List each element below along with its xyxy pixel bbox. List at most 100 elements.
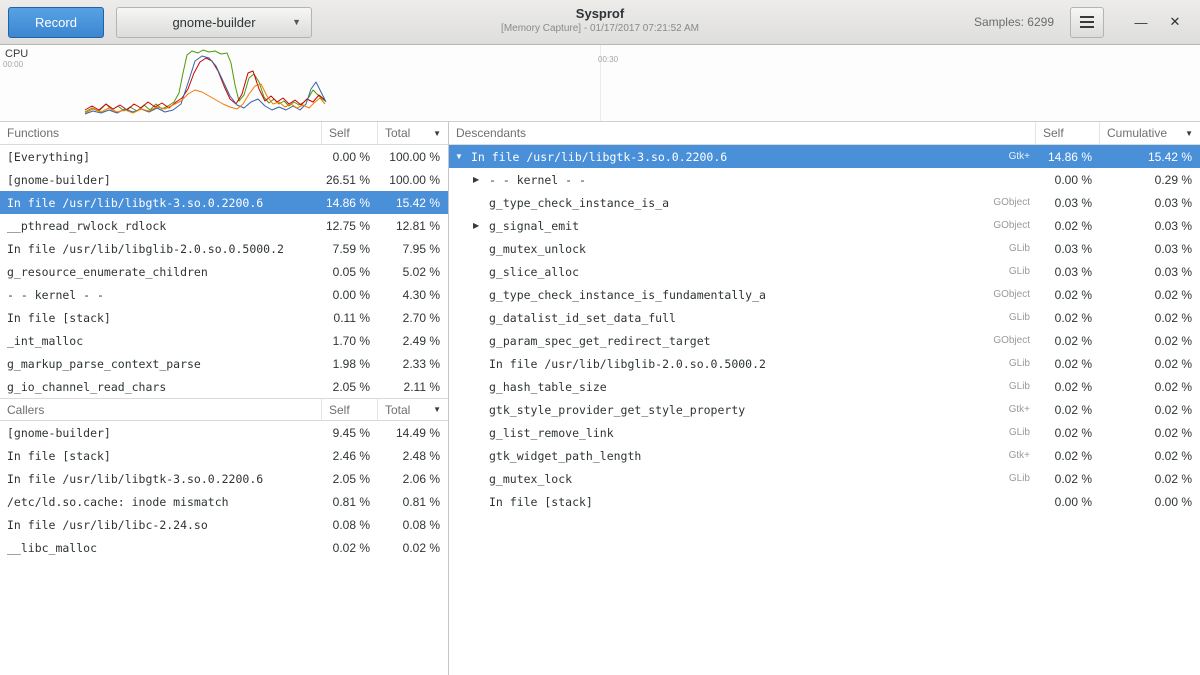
function-name: g_param_spec_get_redirect_target <box>489 334 711 348</box>
tree-cell: g_mutex_lock <box>449 472 966 486</box>
column-header-total[interactable]: Total ▼ <box>378 122 448 144</box>
table-row[interactable]: ▶g_signal_emitGObject0.02 %0.03 % <box>449 214 1200 237</box>
column-header-self[interactable]: Self <box>1036 122 1100 144</box>
library-tag: Gtk+ <box>966 404 1036 415</box>
total-percent: 12.81 % <box>378 219 448 233</box>
table-row[interactable]: g_hash_table_sizeGLib0.02 %0.02 % <box>449 375 1200 398</box>
sort-indicator-icon: ▼ <box>1185 129 1193 138</box>
table-row[interactable]: In file [stack]0.00 %0.00 % <box>449 490 1200 513</box>
table-row[interactable]: /etc/ld.so.cache: inode mismatch0.81 %0.… <box>0 490 448 513</box>
self-percent: 0.11 % <box>322 311 378 325</box>
table-row[interactable]: g_markup_parse_context_parse1.98 %2.33 % <box>0 352 448 375</box>
table-row[interactable]: ▶- - kernel - -0.00 %0.29 % <box>449 168 1200 191</box>
self-percent: 0.03 % <box>1036 265 1100 279</box>
self-percent: 9.45 % <box>322 426 378 440</box>
table-row[interactable]: In file [stack]0.11 %2.70 % <box>0 306 448 329</box>
table-row[interactable]: __libc_malloc0.02 %0.02 % <box>0 536 448 559</box>
total-percent: 14.49 % <box>378 426 448 440</box>
function-name: In file /usr/lib/libc-2.24.so <box>0 518 322 532</box>
self-percent: 0.02 % <box>1036 311 1100 325</box>
self-percent: 1.70 % <box>322 334 378 348</box>
function-name: In file /usr/lib/libglib-2.0.so.0.5000.2 <box>0 242 322 256</box>
library-tag: GLib <box>966 358 1036 369</box>
triangle-right-icon[interactable]: ▶ <box>473 175 489 184</box>
self-percent: 0.02 % <box>1036 219 1100 233</box>
cumulative-percent: 0.29 % <box>1100 173 1200 187</box>
record-button[interactable]: Record <box>8 7 104 38</box>
table-row[interactable]: In file /usr/lib/libgtk-3.so.0.2200.614.… <box>0 191 448 214</box>
tree-cell: In file /usr/lib/libglib-2.0.so.0.5000.2 <box>449 357 966 371</box>
hamburger-menu-button[interactable] <box>1070 7 1104 38</box>
column-header-descendants[interactable]: Descendants <box>449 122 1036 144</box>
table-row[interactable]: [Everything]0.00 %100.00 % <box>0 145 448 168</box>
table-row[interactable]: g_slice_allocGLib0.03 %0.03 % <box>449 260 1200 283</box>
table-row[interactable]: g_type_check_instance_is_fundamentally_a… <box>449 283 1200 306</box>
table-row[interactable]: g_param_spec_get_redirect_targetGObject0… <box>449 329 1200 352</box>
cpu-graph[interactable]: CPU 00:00 00:30 <box>0 45 1200 122</box>
content-area: Functions Self Total ▼ [Everything]0.00 … <box>0 122 1200 675</box>
table-row[interactable]: gtk_style_provider_get_style_property Gtk… <box>449 398 1200 421</box>
sort-indicator-icon: ▼ <box>433 405 441 414</box>
function-name: gtk_style_provider_get_style_property <box>489 403 745 417</box>
target-combo-label: gnome-builder <box>172 15 255 30</box>
time-label-mid: 00:30 <box>598 55 618 64</box>
minimize-button[interactable]: — <box>1124 7 1158 38</box>
function-name: In file [stack] <box>0 311 322 325</box>
column-header-cumulative[interactable]: Cumulative ▼ <box>1100 122 1200 144</box>
total-percent: 2.49 % <box>378 334 448 348</box>
table-row[interactable]: g_resource_enumerate_children0.05 %5.02 … <box>0 260 448 283</box>
table-row[interactable]: g_datalist_id_set_data_fullGLib0.02 %0.0… <box>449 306 1200 329</box>
total-percent: 7.95 % <box>378 242 448 256</box>
tree-cell: ▶- - kernel - - <box>449 173 966 187</box>
tree-cell: g_type_check_instance_is_fundamentally_a <box>449 288 966 302</box>
samples-count: Samples: 6299 <box>974 15 1054 29</box>
target-combo[interactable]: gnome-builder ▼ <box>116 7 312 38</box>
self-percent: 0.81 % <box>322 495 378 509</box>
table-row[interactable]: _int_malloc1.70 %2.49 % <box>0 329 448 352</box>
descendants-rows: ▼In file /usr/lib/libgtk-3.so.0.2200.6Gt… <box>449 145 1200 513</box>
table-row[interactable]: In file /usr/lib/libc-2.24.so0.08 %0.08 … <box>0 513 448 536</box>
function-name: In file /usr/lib/libgtk-3.so.0.2200.6 <box>0 196 322 210</box>
table-row[interactable]: g_list_remove_linkGLib0.02 %0.02 % <box>449 421 1200 444</box>
table-row[interactable]: - - kernel - -0.00 %4.30 % <box>0 283 448 306</box>
table-row[interactable]: ▼In file /usr/lib/libgtk-3.so.0.2200.6Gt… <box>449 145 1200 168</box>
table-row[interactable]: g_mutex_lockGLib0.02 %0.02 % <box>449 467 1200 490</box>
left-pane: Functions Self Total ▼ [Everything]0.00 … <box>0 122 449 675</box>
table-row[interactable]: g_type_check_instance_is_aGObject0.03 %0… <box>449 191 1200 214</box>
table-row[interactable]: In file [stack]2.46 %2.48 % <box>0 444 448 467</box>
column-header-functions[interactable]: Functions <box>0 122 322 144</box>
triangle-right-icon[interactable]: ▶ <box>473 221 489 230</box>
self-percent: 0.02 % <box>322 541 378 555</box>
self-percent: 26.51 % <box>322 173 378 187</box>
triangle-down-icon[interactable]: ▼ <box>455 152 471 161</box>
close-button[interactable]: ✕ <box>1158 7 1192 38</box>
function-name: g_hash_table_size <box>489 380 607 394</box>
function-name: [gnome-builder] <box>0 173 322 187</box>
total-percent: 2.70 % <box>378 311 448 325</box>
table-row[interactable]: [gnome-builder]26.51 %100.00 % <box>0 168 448 191</box>
self-percent: 0.03 % <box>1036 196 1100 210</box>
table-row[interactable]: In file /usr/lib/libglib-2.0.so.0.5000.2… <box>0 237 448 260</box>
table-row[interactable]: In file /usr/lib/libgtk-3.so.0.2200.62.0… <box>0 467 448 490</box>
tree-cell: g_type_check_instance_is_a <box>449 196 966 210</box>
library-tag: GObject <box>966 335 1036 346</box>
column-header-self[interactable]: Self <box>322 122 378 144</box>
table-row[interactable]: [gnome-builder]9.45 %14.49 % <box>0 421 448 444</box>
functions-rows: [Everything]0.00 %100.00 %[gnome-builder… <box>0 145 448 398</box>
function-name: [Everything] <box>0 150 322 164</box>
table-row[interactable]: g_io_channel_read_chars2.05 %2.11 % <box>0 375 448 398</box>
function-name: g_datalist_id_set_data_full <box>489 311 676 325</box>
library-tag: GLib <box>966 427 1036 438</box>
library-tag: Gtk+ <box>966 450 1036 461</box>
column-header-total[interactable]: Total ▼ <box>378 399 448 420</box>
table-row[interactable]: __pthread_rwlock_rdlock12.75 %12.81 % <box>0 214 448 237</box>
function-name: g_slice_alloc <box>489 265 579 279</box>
table-row[interactable]: g_mutex_unlockGLib0.03 %0.03 % <box>449 237 1200 260</box>
column-header-self[interactable]: Self <box>322 399 378 420</box>
table-row[interactable]: gtk_widget_path_lengthGtk+0.02 %0.02 % <box>449 444 1200 467</box>
function-name: g_signal_emit <box>489 219 579 233</box>
total-percent: 100.00 % <box>378 173 448 187</box>
table-row[interactable]: In file /usr/lib/libglib-2.0.so.0.5000.2… <box>449 352 1200 375</box>
column-header-callers[interactable]: Callers <box>0 399 322 420</box>
total-percent: 2.11 % <box>378 380 448 394</box>
